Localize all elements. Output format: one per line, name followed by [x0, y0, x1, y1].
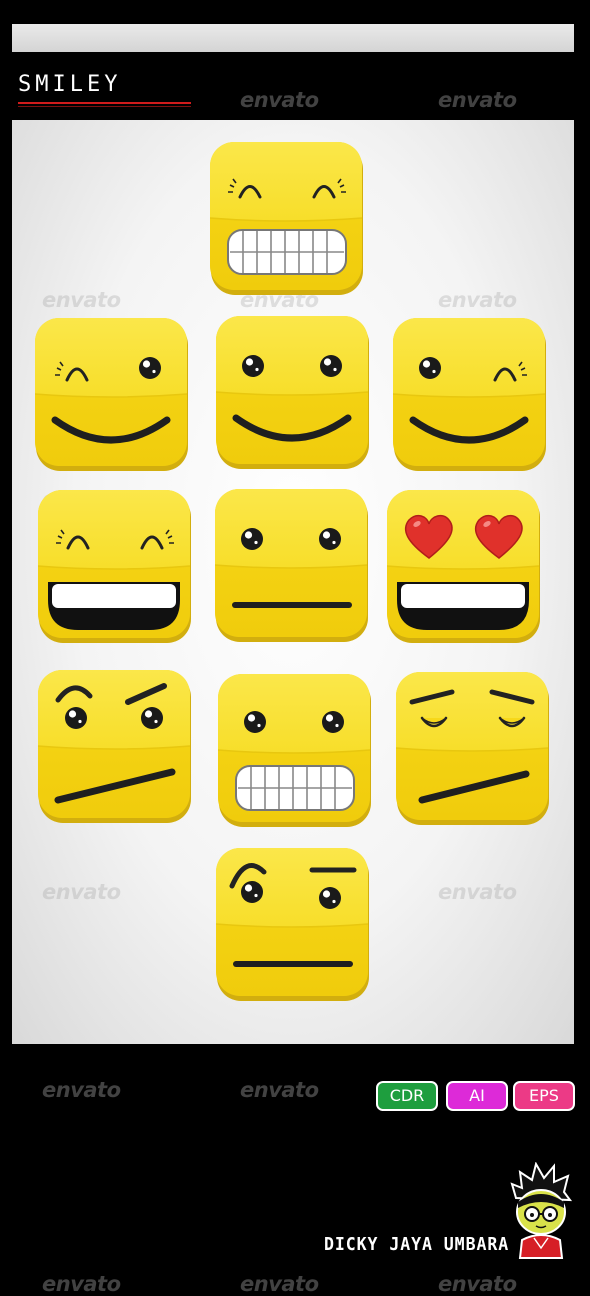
top-banner-strip — [12, 24, 574, 52]
watermark: envato — [42, 1078, 121, 1102]
page-title: SMILEY — [18, 72, 122, 97]
smiley-wink-smile-left — [35, 318, 189, 472]
watermark: envato — [42, 1272, 121, 1296]
smiley-heart-eyes-laugh — [387, 490, 541, 644]
smiley-smile — [216, 316, 370, 470]
smiley-grin — [218, 674, 372, 828]
smiley-laugh-closed-eyes — [38, 490, 192, 644]
title-underline — [18, 102, 191, 104]
format-badge-eps: EPS — [513, 1081, 575, 1111]
smiley-wink-smile-right — [393, 318, 547, 472]
watermark: envato — [438, 88, 517, 112]
watermark: envato — [438, 1272, 517, 1296]
smiley-unimpressed — [396, 672, 550, 826]
watermark: envato — [438, 288, 517, 312]
watermark: envato — [240, 1272, 319, 1296]
smiley-raised-brow-neutral — [216, 848, 370, 1002]
format-badge-cdr: CDR — [376, 1081, 438, 1111]
watermark: envato — [240, 1078, 319, 1102]
smiley-grin-closed-eyes — [210, 142, 364, 296]
watermark: envato — [240, 88, 319, 112]
smiley-skeptical — [38, 670, 192, 824]
author-mascot-icon — [508, 1161, 574, 1266]
title-underline-shadow — [18, 106, 191, 107]
author-name: DICKY JAYA UMBARA — [324, 1234, 510, 1255]
format-badge-ai: AI — [446, 1081, 508, 1111]
smiley-neutral — [215, 489, 369, 643]
watermark: envato — [42, 288, 121, 312]
watermark: envato — [438, 880, 517, 904]
watermark: envato — [42, 880, 121, 904]
